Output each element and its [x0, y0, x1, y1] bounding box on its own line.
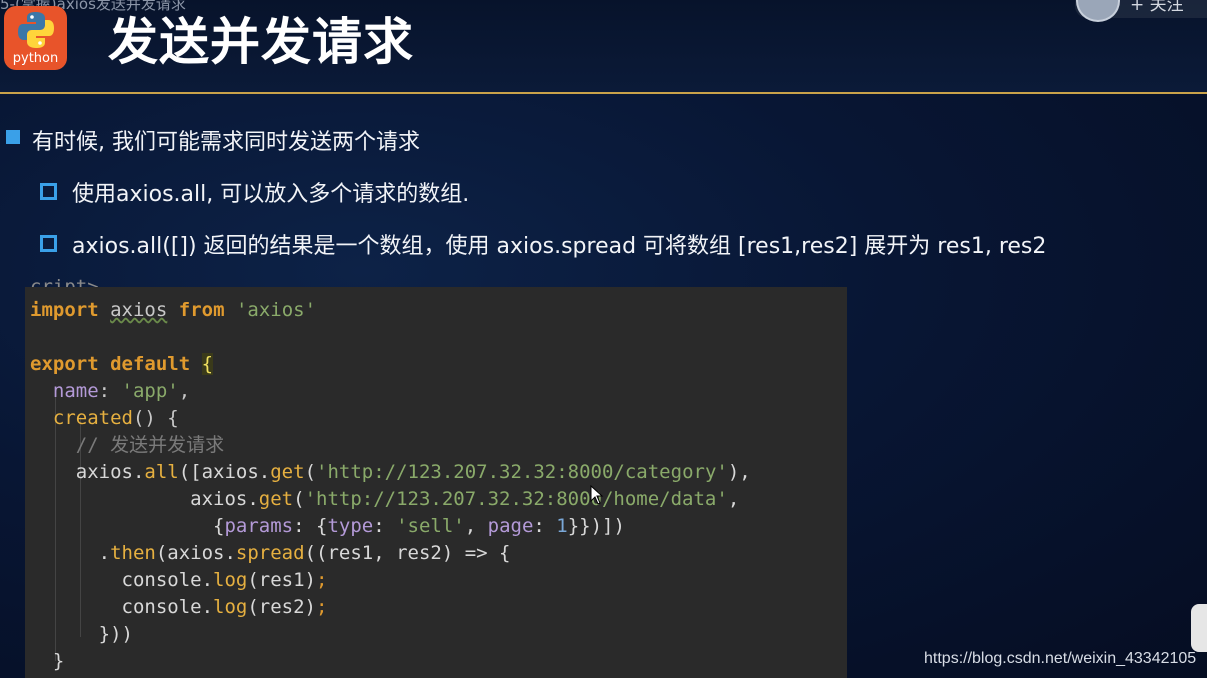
code-token: () { [132, 407, 179, 429]
code-editor: import axios from 'axios' export default… [25, 287, 847, 678]
code-token: ; [316, 596, 328, 618]
code-token: 'http://123.207.32.32:8000/home/data' [304, 488, 728, 510]
code-line-3: export default { [30, 351, 214, 377]
code-token: 'axios' [235, 299, 317, 321]
code-token: })) [30, 623, 133, 645]
code-token: , [178, 380, 191, 402]
hollow-bullet-icon [40, 235, 57, 252]
code-token: get [258, 488, 294, 510]
code-token: name [52, 380, 99, 402]
code-token: page [487, 515, 534, 537]
code-token: 'app' [121, 380, 179, 402]
code-token: (res2) [247, 596, 316, 618]
code-token: 'http://123.207.32.32:8000/category' [316, 461, 728, 483]
code-token: default [110, 353, 191, 375]
code-token: 1 [556, 515, 568, 537]
code-token: // 发送并发请求 [75, 434, 225, 456]
code-token: log [213, 596, 248, 618]
side-panel-handle[interactable] [1191, 604, 1207, 652]
code-token: get [270, 461, 305, 483]
bullet-sub-text-1: 使用axios.all, 可以放入多个请求的数组. [72, 182, 470, 207]
mouse-pointer-icon [590, 485, 604, 505]
code-line-1: import axios from 'axios' [30, 297, 316, 323]
code-token: ), [727, 461, 751, 483]
code-line-5: created() { [30, 405, 179, 431]
code-token: ([axios. [178, 461, 271, 483]
code-token: all [144, 461, 179, 483]
code-token: : { [293, 515, 328, 537]
code-token: 'sell' [396, 515, 465, 537]
code-line-4: name: 'app', [30, 378, 190, 404]
code-token: : [98, 380, 122, 402]
code-token: axios [110, 299, 168, 321]
code-token: ( [304, 461, 317, 483]
code-token: params [224, 515, 294, 537]
code-token: spread [235, 542, 305, 564]
code-token: { [30, 515, 225, 537]
header-divider [0, 92, 1207, 94]
code-line-12: console.log(res2); [30, 594, 328, 620]
code-line-10: .then(axios.spread((res1, res2) => { [30, 540, 511, 566]
python-logo-icon: python [4, 6, 67, 70]
code-token: axios. [30, 461, 145, 483]
code-line-14: } [30, 648, 64, 674]
code-token: : [373, 515, 397, 537]
hollow-bullet-icon [40, 183, 57, 200]
code-line-13: })) [30, 621, 133, 647]
bullet-main-text: 有时候, 我们可能需求同时发送两个请求 [32, 130, 420, 155]
code-token: ((res1, res2) => { [304, 542, 511, 564]
square-bullet-icon [6, 130, 20, 144]
code-token: ( [293, 488, 305, 510]
slide-title: 发送并发请求 [108, 13, 414, 71]
code-token: (axios. [155, 542, 236, 564]
bullet-sub-text-2: axios.all([]) 返回的结果是一个数组，使用 axios.spread… [72, 234, 1047, 259]
code-token: { [201, 353, 214, 375]
code-token: console. [30, 596, 214, 618]
code-token: } [30, 650, 65, 672]
follow-button[interactable]: + 关注 [1130, 0, 1184, 15]
code-token: , [464, 515, 488, 537]
code-token: (res1) [247, 569, 316, 591]
code-token: }})]) [567, 515, 625, 537]
code-token: ; [316, 569, 328, 591]
code-line-6: // 发送并发请求 [30, 432, 224, 458]
code-line-8: axios.get('http://123.207.32.32:8000/hom… [30, 486, 739, 512]
code-token: axios. [30, 488, 259, 510]
logo-text: python [12, 51, 59, 66]
code-line-9: {params: {type: 'sell', page: 1}})]) [30, 513, 625, 539]
code-line-7: axios.all([axios.get('http://123.207.32.… [30, 459, 751, 485]
code-token: log [213, 569, 248, 591]
code-token: from [178, 299, 225, 321]
code-token: export [30, 353, 99, 375]
code-token: created [52, 407, 133, 429]
code-token: type [327, 515, 374, 537]
code-line-11: console.log(res1); [30, 567, 328, 593]
code-token: import [30, 299, 99, 321]
watermark-url: https://blog.csdn.net/weixin_43342105 [924, 650, 1197, 667]
code-token: console. [30, 569, 214, 591]
code-token: then [110, 542, 156, 564]
code-token: , [727, 488, 740, 510]
code-token: : [533, 515, 557, 537]
code-token: . [30, 542, 111, 564]
